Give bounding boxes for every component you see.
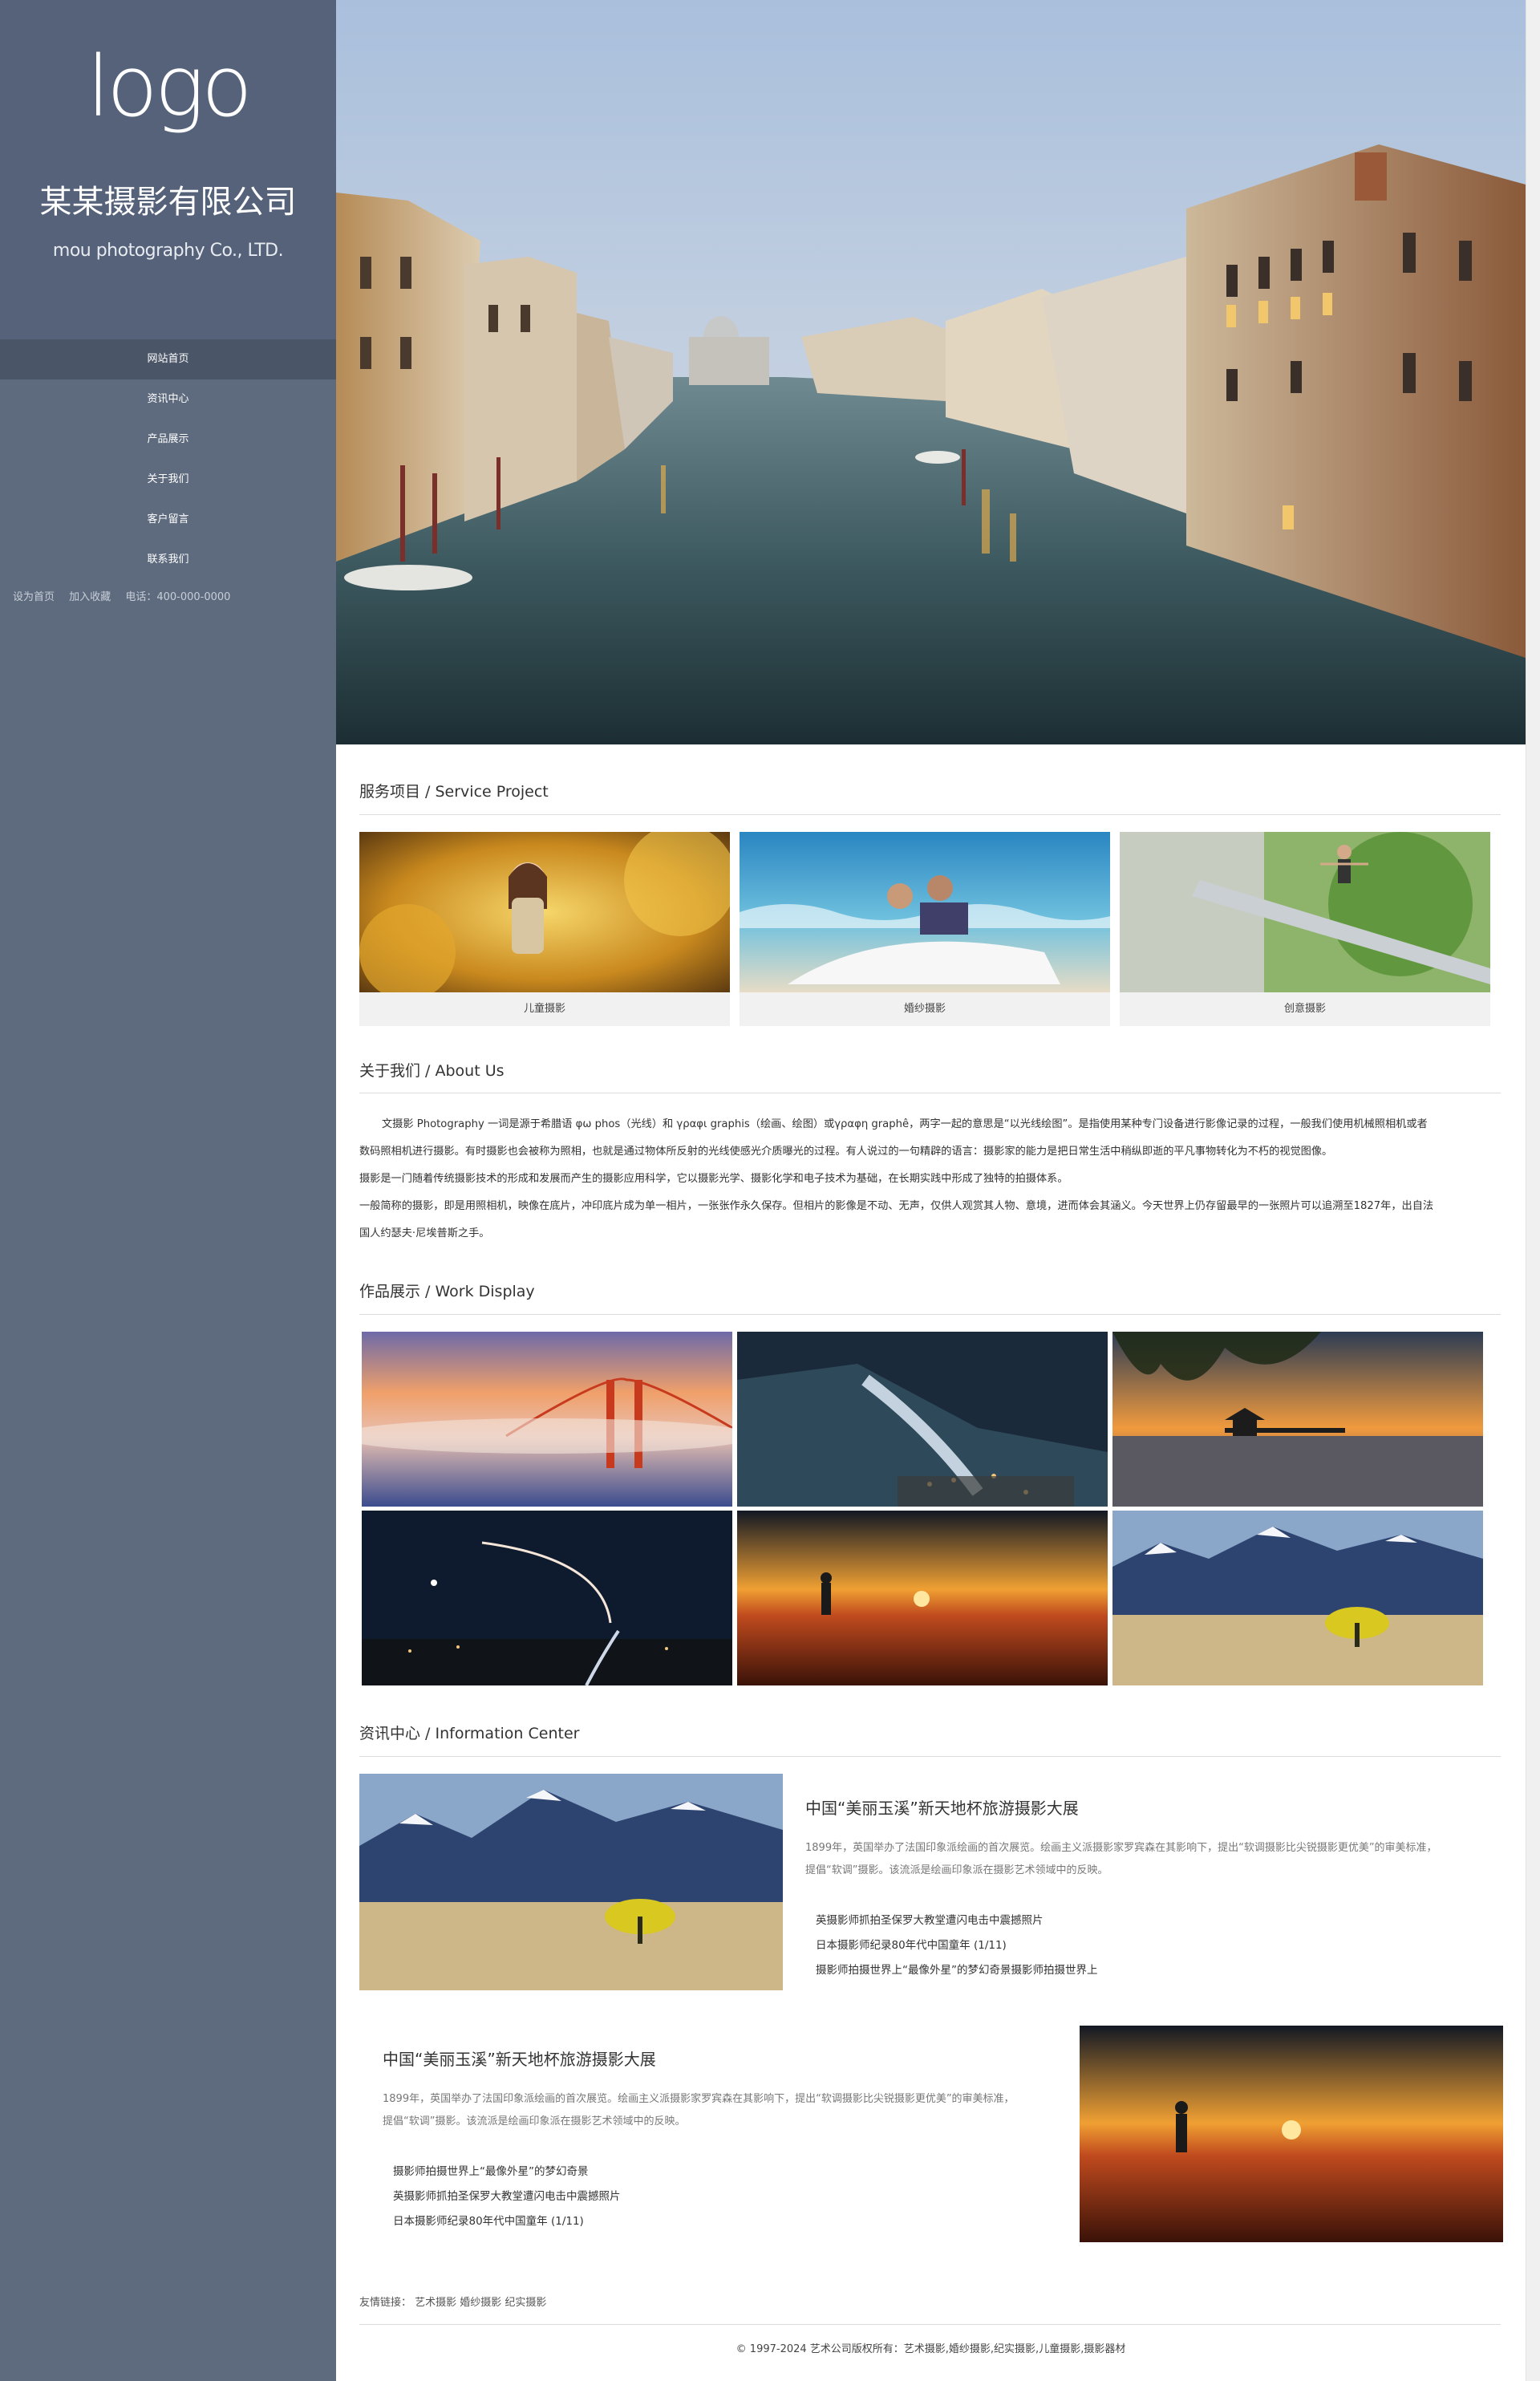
side-links: 设为首页 加入收藏 电话：400-000-0000 (13, 588, 241, 603)
nav-item-home[interactable]: 网站首页 (0, 339, 336, 379)
news-desc-line: 1899年，英国举办了法国印象派绘画的首次展览。绘画主义派摄影家罗宾森在其影响下… (805, 1842, 1437, 1854)
work-photo-sunset-sea[interactable] (737, 1511, 1108, 1685)
work-photo-rocket-night[interactable] (362, 1511, 732, 1685)
news-desc-line: 提倡“软调”摄影。该流派是绘画印象派在摄影艺术领域中的反映。 (383, 2115, 686, 2127)
add-favorite-link[interactable]: 加入收藏 (69, 591, 111, 603)
logo-block: logo 某某摄影有限公司 mou photography Co., LTD. (0, 0, 336, 339)
footer-copyright: © 1997-2024 艺术公司版权所有：艺术摄影,婚纱摄影,纪实摄影,儿童摄影… (736, 2343, 1126, 2355)
work-photo-ski-village[interactable] (737, 1332, 1108, 1507)
news-headline[interactable]: 中国“美丽玉溪”新天地杯旅游摄影大展 (805, 1795, 1079, 1819)
service-caption: 创意摄影 (1283, 1003, 1326, 1015)
service-caption: 儿童摄影 (523, 1003, 565, 1015)
news-list-item[interactable]: 英摄影师抓拍圣保罗大教堂遭闪电击中震撼照片 (816, 1908, 1098, 1933)
section-title-news: 资讯中心 / Information Center (359, 1725, 580, 1742)
section-title-about: 关于我们 / About Us (359, 1062, 505, 1080)
nav-item-contact[interactable]: 联系我们 (0, 540, 336, 580)
service-card-children[interactable]: 儿童摄影 (359, 832, 730, 1026)
about-text: 文摄影 Photography 一词是源于希腊语 φω phos（光线）和 γρ… (359, 1111, 1501, 1247)
main-nav: 网站首页 资讯中心 产品展示 关于我们 客户留言 联系我们 (0, 339, 336, 580)
news-image-sunset[interactable] (1080, 2026, 1503, 2242)
nav-item-about[interactable]: 关于我们 (0, 460, 336, 500)
divider (359, 814, 1501, 815)
about-paragraph: 数码照相机进行摄影。有时摄影也会被称为照相，也就是通过物体所反射的光线使感光介质… (359, 1146, 1333, 1158)
divider (359, 2324, 1501, 2325)
company-name-en: mou photography Co., LTD. (52, 241, 284, 261)
logo[interactable]: logo (0, 45, 336, 128)
divider (359, 1314, 1501, 1315)
sidebar: logo 某某摄影有限公司 mou photography Co., LTD. … (0, 0, 336, 2381)
news-list-item[interactable]: 日本摄影师纪录80年代中国童年 (1/11) (393, 2209, 621, 2234)
section-title-works: 作品展示 / Work Display (359, 1283, 535, 1300)
service-caption: 婚纱摄影 (903, 1003, 946, 1015)
news-description: 1899年，英国举办了法国印象派绘画的首次展览。绘画主义派摄影家罗宾森在其影响下… (805, 1837, 1495, 1882)
about-paragraph: 摄影是一门随着传统摄影技术的形成和发展而产生的摄影应用科学，它以摄影光学、摄影化… (359, 1173, 1068, 1185)
news-list-item[interactable]: 英摄影师抓拍圣保罗大教堂遭闪电击中震撼照片 (393, 2184, 621, 2209)
children-photo (359, 832, 730, 992)
news-list-item[interactable]: 摄影师拍摄世界上“最像外星”的梦幻奇景 (393, 2160, 621, 2184)
news-desc-line: 1899年，英国举办了法国印象派绘画的首次展览。绘画主义派摄影家罗宾森在其影响下… (383, 2093, 1015, 2105)
news-list: 摄影师拍摄世界上“最像外星”的梦幻奇景 英摄影师抓拍圣保罗大教堂遭闪电击中震撼照… (393, 2160, 621, 2234)
news-list: 英摄影师抓拍圣保罗大教堂遭闪电击中震撼照片 日本摄影师纪录80年代中国童年 (1… (816, 1908, 1098, 1983)
creative-photo (1120, 832, 1490, 992)
work-photo-bridge[interactable] (362, 1332, 732, 1507)
news-headline[interactable]: 中国“美丽玉溪”新天地杯旅游摄影大展 (383, 2046, 656, 2070)
about-paragraph: 国人约瑟夫·尼埃普斯之手。 (359, 1227, 490, 1239)
company-name-cn: 某某摄影有限公司 (39, 184, 297, 221)
nav-item-products[interactable]: 产品展示 (0, 420, 336, 460)
news-list-item[interactable]: 摄影师拍摄世界上“最像外星”的梦幻奇景摄影师拍摄世界上 (816, 1958, 1098, 1983)
divider (359, 1756, 1501, 1757)
news-image-mountain[interactable] (359, 1774, 783, 1990)
phone-text: 电话：400-000-0000 (125, 591, 231, 603)
friend-links[interactable]: 友情链接： 艺术摄影 婚纱摄影 纪实摄影 (359, 2294, 546, 2309)
scrollbar[interactable] (1526, 0, 1540, 2381)
service-card-creative[interactable]: 创意摄影 (1120, 832, 1490, 1026)
about-paragraph: 文摄影 Photography 一词是源于希腊语 φω phos（光线）和 γρ… (382, 1118, 1428, 1130)
news-desc-line: 提倡“软调”摄影。该流派是绘画印象派在摄影艺术领域中的反映。 (805, 1864, 1108, 1876)
work-photo-pavilion-sunset[interactable] (1112, 1332, 1483, 1507)
work-photo-mountain-tree[interactable] (1112, 1511, 1483, 1685)
service-card-wedding[interactable]: 婚纱摄影 (740, 832, 1110, 1026)
nav-item-messages[interactable]: 客户留言 (0, 500, 336, 540)
about-paragraph: 一般简称的摄影，即是用照相机，映像在底片，冲印底片成为单一相片，一张张作永久保存… (359, 1200, 1434, 1212)
news-description: 1899年，英国举办了法国印象派绘画的首次展览。绘画主义派摄影家罗宾森在其影响下… (383, 2088, 1072, 2133)
set-homepage-link[interactable]: 设为首页 (13, 591, 55, 603)
wedding-photo (740, 832, 1110, 992)
section-title-services: 服务项目 / Service Project (359, 783, 549, 801)
nav-item-news[interactable]: 资讯中心 (0, 379, 336, 420)
hero-banner-image (336, 0, 1526, 744)
news-list-item[interactable]: 日本摄影师纪录80年代中国童年 (1/11) (816, 1933, 1098, 1958)
